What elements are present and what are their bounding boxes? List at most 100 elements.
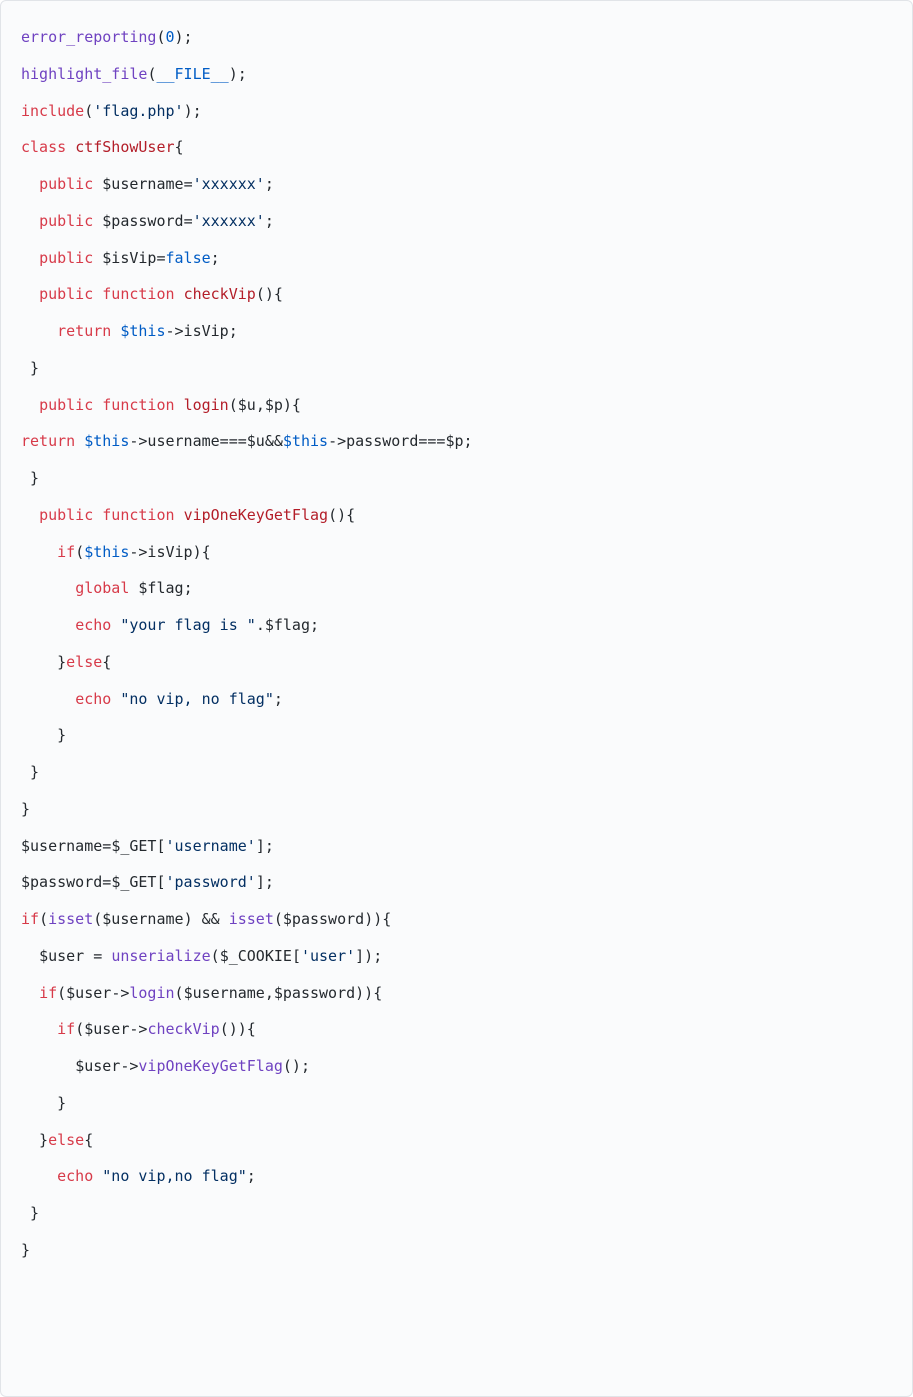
code-token: if — [39, 984, 57, 1002]
code-token: public — [39, 212, 93, 230]
code-token: ); — [184, 102, 202, 120]
code-token: (){ — [328, 506, 355, 524]
code-token: else — [48, 1131, 84, 1149]
code-token: ( — [84, 102, 93, 120]
code-token — [21, 616, 75, 634]
code-token: ( — [57, 984, 66, 1002]
code-token: $user — [75, 1057, 120, 1075]
code-block: error_reporting(0); highlight_file(__FIL… — [0, 0, 913, 1397]
code-token — [21, 1020, 57, 1038]
code-token — [21, 175, 39, 193]
code-token: class — [21, 138, 66, 156]
code-token: ]; — [256, 837, 274, 855]
code-token: { — [84, 1131, 93, 1149]
code-token: $_GET — [111, 873, 156, 891]
code-token: ; — [274, 690, 283, 708]
code-token: } — [21, 763, 39, 781]
code-token: return — [57, 322, 111, 340]
code-token — [93, 175, 102, 193]
code-token: ]); — [355, 947, 382, 965]
code-token: -> — [129, 1020, 147, 1038]
code-token: = — [156, 249, 165, 267]
code-token: $username — [102, 910, 183, 928]
code-token: public — [39, 175, 93, 193]
code-token: ->isVip){ — [129, 543, 210, 561]
code-line: if($user->checkVip()){ — [21, 1020, 256, 1038]
code-token: -> — [120, 1057, 138, 1075]
code-token: $password — [274, 984, 355, 1002]
code-token: } — [21, 1131, 48, 1149]
code-token: 'user' — [301, 947, 355, 965]
code-token: } — [21, 726, 66, 744]
code-token — [21, 1167, 57, 1185]
code-token: isset — [48, 910, 93, 928]
code-line: }else{ — [21, 653, 111, 671]
code-token: return — [21, 432, 75, 450]
code-token — [93, 506, 102, 524]
code-token: else — [66, 653, 102, 671]
code-token: ( — [39, 910, 48, 928]
code-token: $p — [445, 432, 463, 450]
code-line: } — [21, 1204, 39, 1222]
code-token: ctfShowUser — [75, 138, 174, 156]
code-token — [111, 616, 120, 634]
code-token: $this — [283, 432, 328, 450]
code-token: } — [21, 469, 39, 487]
code-token: ; — [247, 1167, 256, 1185]
code-token: 0 — [166, 28, 175, 46]
code-token: (); — [283, 1057, 310, 1075]
code-token — [21, 212, 39, 230]
code-token: $user — [84, 1020, 129, 1038]
code-token: } — [21, 1094, 66, 1112]
code-token: __FILE__ — [156, 65, 228, 83]
code-line: error_reporting(0); — [21, 28, 193, 46]
code-token: = — [102, 873, 111, 891]
code-token: $password — [102, 212, 183, 230]
code-token: )){ — [364, 910, 391, 928]
code-line: echo "your flag is ".$flag; — [21, 616, 319, 634]
code-token — [21, 249, 39, 267]
code-token: $username — [184, 984, 265, 1002]
code-line: global $flag; — [21, 579, 193, 597]
code-token: ; — [265, 212, 274, 230]
code-token: $this — [84, 432, 129, 450]
code-token — [21, 285, 39, 303]
code-token: $user — [66, 984, 111, 1002]
code-line: $user->vipOneKeyGetFlag(); — [21, 1057, 310, 1075]
code-token: 'xxxxxx' — [193, 212, 265, 230]
code-token: function — [102, 506, 174, 524]
code-line: } — [21, 763, 39, 781]
code-line: } — [21, 800, 30, 818]
code-token: "your flag is " — [120, 616, 255, 634]
code-line: return $this->username===$u&&$this->pass… — [21, 432, 473, 450]
code-token — [111, 690, 120, 708]
code-token: && — [265, 432, 283, 450]
code-token: false — [166, 249, 211, 267]
code-line: } — [21, 1094, 66, 1112]
code-token: $_GET — [111, 837, 156, 855]
code-token: $flag — [138, 579, 183, 597]
code-token: = — [184, 212, 193, 230]
code-token: public — [39, 285, 93, 303]
code-token: } — [21, 1204, 39, 1222]
code-token: if — [21, 910, 39, 928]
code-token: { — [175, 138, 184, 156]
code-token: 'username' — [166, 837, 256, 855]
code-token: ->isVip; — [166, 322, 238, 340]
code-token: function — [102, 285, 174, 303]
code-token: function — [102, 396, 174, 414]
code-line: class ctfShowUser{ — [21, 138, 184, 156]
code-line: include('flag.php'); — [21, 102, 202, 120]
code-token: ()){ — [220, 1020, 256, 1038]
code-token: ( — [93, 910, 102, 928]
code-token: . — [256, 616, 265, 634]
code-token — [66, 138, 75, 156]
code-token: isset — [229, 910, 274, 928]
code-token — [93, 1167, 102, 1185]
code-token: public — [39, 506, 93, 524]
code-token: ( — [175, 984, 184, 1002]
code-line: if($this->isVip){ — [21, 543, 211, 561]
code-line: public $isVip=false; — [21, 249, 220, 267]
code-token — [21, 396, 39, 414]
code-token: ( — [211, 947, 220, 965]
